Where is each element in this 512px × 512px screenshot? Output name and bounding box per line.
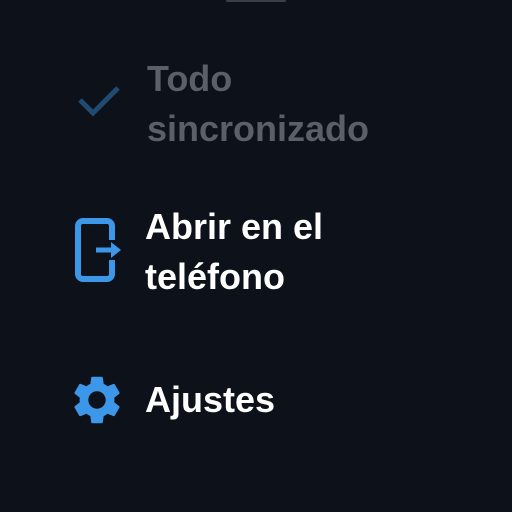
settings-label: Ajustes	[145, 379, 276, 420]
open-on-phone-label: Abrir en el teléfono	[145, 202, 323, 302]
menu-item-settings[interactable]: Ajustes	[0, 368, 512, 428]
scroll-indicator	[226, 0, 286, 2]
sync-status-label-line1: Todo	[147, 58, 233, 99]
open-on-phone-label-line2: teléfono	[145, 256, 285, 297]
menu-item-open-on-phone[interactable]: Abrir en el teléfono	[0, 202, 512, 312]
gear-icon	[68, 371, 126, 429]
open-on-phone-label-line1: Abrir en el	[145, 206, 324, 247]
open-on-phone-icon	[74, 218, 124, 282]
sync-status-label-line2: sincronizado	[147, 108, 370, 149]
sync-status-label: Todo sincronizado	[147, 54, 369, 154]
checkmark-icon	[76, 82, 122, 122]
menu-item-sync-status: Todo sincronizado	[0, 54, 512, 164]
